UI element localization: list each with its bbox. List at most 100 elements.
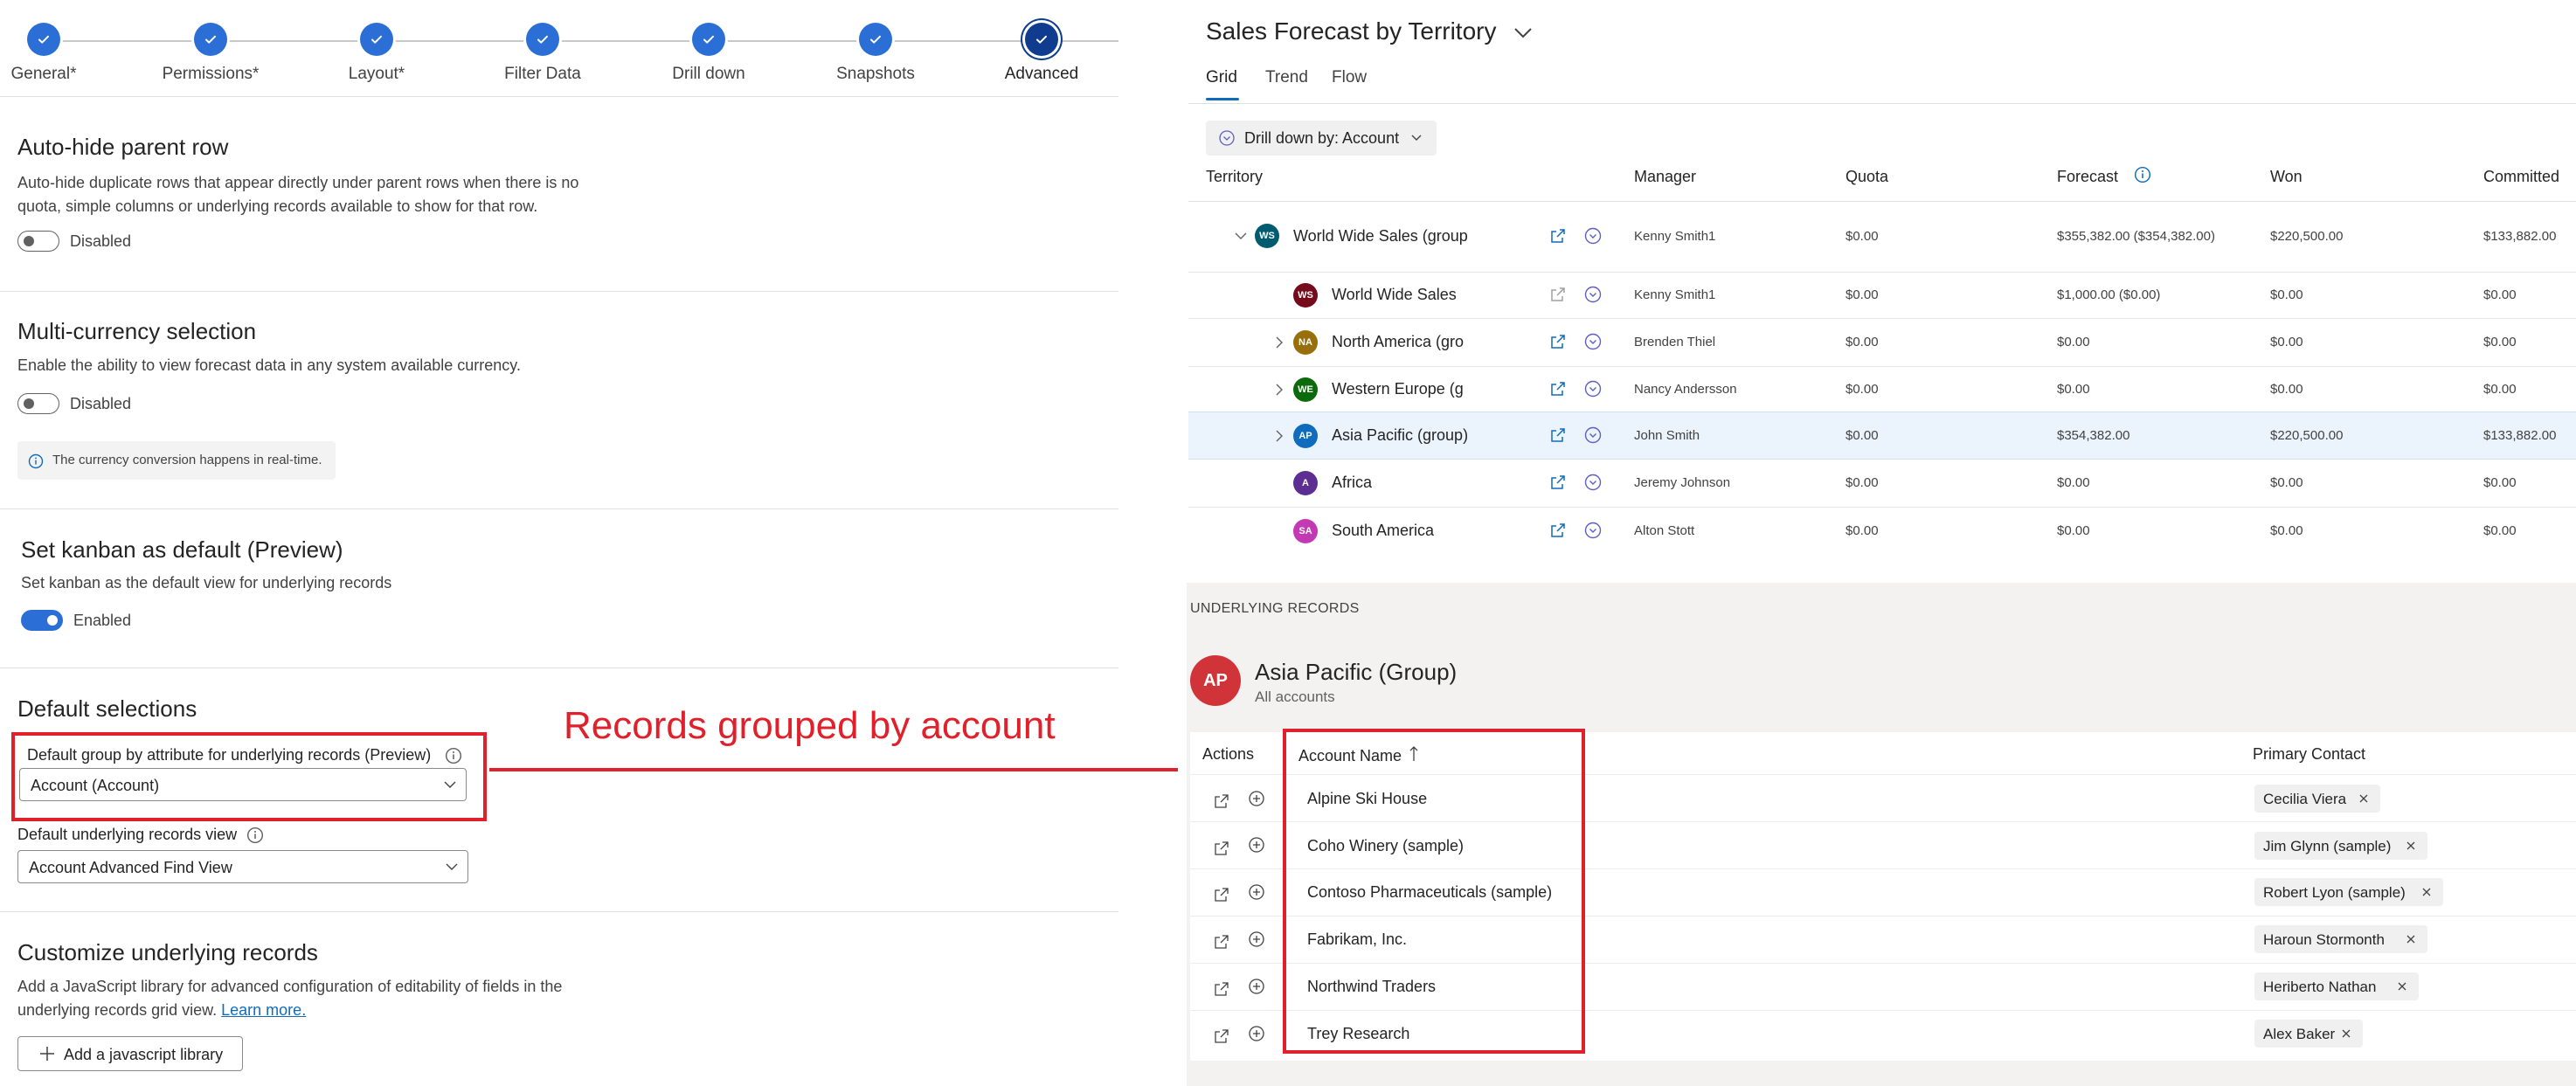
add-circle-icon[interactable]	[1248, 978, 1265, 995]
step-filter-data[interactable]: Filter Data	[455, 23, 630, 84]
open-record-icon[interactable]	[1213, 933, 1230, 951]
divider	[1188, 103, 2576, 104]
annotation-connector	[489, 768, 1178, 771]
share-icon[interactable]	[1548, 332, 1568, 351]
tab-trend[interactable]: Trend	[1265, 68, 1308, 87]
table-row[interactable]: WE Western Europe (group) Nancy Andersso…	[1188, 367, 2576, 412]
quota-cell: $0.00	[1845, 287, 1879, 302]
col-quota[interactable]: Quota	[1845, 168, 1888, 186]
territory-name: Western Europe (group)	[1332, 380, 1465, 398]
chevron-right-icon[interactable]	[1274, 429, 1285, 443]
drill-down-icon[interactable]	[1583, 425, 1603, 445]
avatar: NA	[1293, 330, 1318, 355]
step-layout[interactable]: Layout*	[289, 23, 464, 84]
share-icon[interactable]	[1548, 379, 1568, 398]
drill-down-icon[interactable]	[1583, 473, 1603, 492]
chevron-right-icon[interactable]	[1274, 383, 1285, 397]
drill-down-icon	[1219, 130, 1235, 146]
table-row[interactable]: A Africa Jeremy Johnson $0.00 $0.00 $0.0…	[1188, 460, 2576, 507]
col-won[interactable]: Won	[2270, 168, 2302, 186]
add-circle-icon[interactable]	[1248, 836, 1265, 854]
contact-chip[interactable]: Robert Lyon (sample)	[2254, 878, 2443, 906]
table-row[interactable]: NA North America (group) Brenden Thiel $…	[1188, 319, 2576, 366]
share-icon[interactable]	[1548, 425, 1568, 445]
add-javascript-library-button[interactable]: Add a javascript library	[17, 1036, 243, 1071]
contact-chip[interactable]: Cecilia Viera	[2254, 785, 2380, 813]
open-record-icon[interactable]	[1213, 840, 1230, 857]
open-record-icon[interactable]	[1213, 980, 1230, 998]
auto-hide-toggle[interactable]	[17, 231, 59, 252]
drill-down-button[interactable]: Drill down by: Account	[1206, 121, 1437, 156]
col-territory[interactable]: Territory	[1206, 168, 1263, 186]
learn-more-link[interactable]: Learn more.	[221, 1001, 306, 1019]
contact-name: Cecilia Viera	[2263, 791, 2347, 807]
drill-down-icon[interactable]	[1583, 226, 1603, 246]
avatar: AP	[1190, 655, 1241, 706]
close-icon[interactable]	[2396, 980, 2408, 993]
step-snapshots[interactable]: Snapshots	[788, 23, 963, 84]
table-row[interactable]: SA South America Alton Stott $0.00 $0.00…	[1188, 508, 2576, 555]
close-icon[interactable]	[2340, 1027, 2352, 1040]
quota-cell: $0.00	[1845, 523, 1879, 538]
contact-chip[interactable]: Alex Baker	[2254, 1020, 2363, 1048]
underlying-view-select[interactable]: Account Advanced Find View	[17, 850, 468, 883]
add-circle-icon[interactable]	[1248, 1025, 1265, 1042]
close-icon[interactable]	[2420, 886, 2433, 898]
step-drill-down[interactable]: Drill down	[621, 23, 796, 84]
open-record-icon[interactable]	[1213, 1027, 1230, 1045]
forecast-cell: $0.00	[2057, 523, 2090, 538]
forecast-cell: $0.00	[2057, 382, 2090, 397]
toggle-knob	[24, 398, 34, 409]
tab-flow[interactable]: Flow	[1332, 68, 1367, 87]
close-icon[interactable]	[2405, 840, 2417, 852]
share-icon[interactable]	[1548, 285, 1568, 304]
col-manager[interactable]: Manager	[1634, 168, 1696, 186]
share-icon[interactable]	[1548, 521, 1568, 540]
step-general[interactable]: General*	[0, 23, 131, 84]
underlying-records-label: UNDERLYING RECORDS	[1190, 601, 1360, 616]
contact-chip[interactable]: Heriberto Nathan	[2254, 972, 2419, 1000]
chevron-down-icon	[1514, 27, 1532, 38]
add-circle-icon[interactable]	[1248, 790, 1265, 807]
close-icon[interactable]	[2405, 933, 2417, 945]
col-primary-contact[interactable]: Primary Contact	[2253, 745, 2365, 764]
table-row-selected[interactable]: AP Asia Pacific (group) John Smith $0.00…	[1188, 412, 2576, 460]
step-permissions[interactable]: Permissions*	[123, 23, 298, 84]
drill-down-icon[interactable]	[1583, 285, 1603, 304]
chevron-down-icon[interactable]	[1234, 231, 1248, 241]
won-cell: $0.00	[2270, 287, 2303, 302]
chevron-right-icon[interactable]	[1274, 335, 1285, 349]
tab-grid[interactable]: Grid	[1206, 68, 1237, 87]
col-committed[interactable]: Committed	[2483, 168, 2559, 186]
open-record-icon[interactable]	[1213, 886, 1230, 903]
info-icon[interactable]	[2134, 166, 2151, 183]
open-record-icon[interactable]	[1213, 792, 1230, 810]
table-row[interactable]: WS World Wide Sales Kenny Smith1 $0.00 $…	[1188, 273, 2576, 318]
share-icon[interactable]	[1548, 226, 1568, 246]
drill-down-icon[interactable]	[1583, 379, 1603, 398]
forecast-title[interactable]: Sales Forecast by Territory	[1206, 17, 1533, 45]
close-icon[interactable]	[2358, 792, 2370, 805]
info-icon[interactable]	[246, 827, 264, 844]
tab-indicator	[1206, 98, 1239, 100]
kanban-toggle[interactable]	[21, 610, 63, 631]
multi-currency-toggle[interactable]	[17, 393, 59, 414]
kanban-title: Set kanban as default (Preview)	[21, 536, 343, 563]
contact-chip[interactable]: Jim Glynn (sample)	[2254, 832, 2427, 860]
group-subtitle: All accounts	[1255, 688, 1335, 705]
add-circle-icon[interactable]	[1248, 930, 1265, 948]
quota-cell: $0.00	[1845, 428, 1879, 443]
share-icon[interactable]	[1548, 473, 1568, 492]
col-forecast[interactable]: Forecast	[2057, 168, 2118, 186]
contact-name: Robert Lyon (sample)	[2263, 884, 2406, 901]
table-row[interactable]: WS World Wide Sales (group) Kenny Smith1…	[1188, 202, 2576, 272]
quota-cell: $0.00	[1845, 382, 1879, 397]
drill-down-icon[interactable]	[1583, 332, 1603, 351]
kanban-toggle-label: Enabled	[73, 612, 132, 629]
contact-chip[interactable]: Haroun Stormonth	[2254, 925, 2427, 953]
drill-down-icon[interactable]	[1583, 521, 1603, 540]
manager-cell: Kenny Smith1	[1634, 229, 1716, 244]
auto-hide-title: Auto-hide parent row	[17, 134, 229, 160]
step-advanced[interactable]: Advanced	[954, 23, 1129, 84]
add-circle-icon[interactable]	[1248, 883, 1265, 901]
